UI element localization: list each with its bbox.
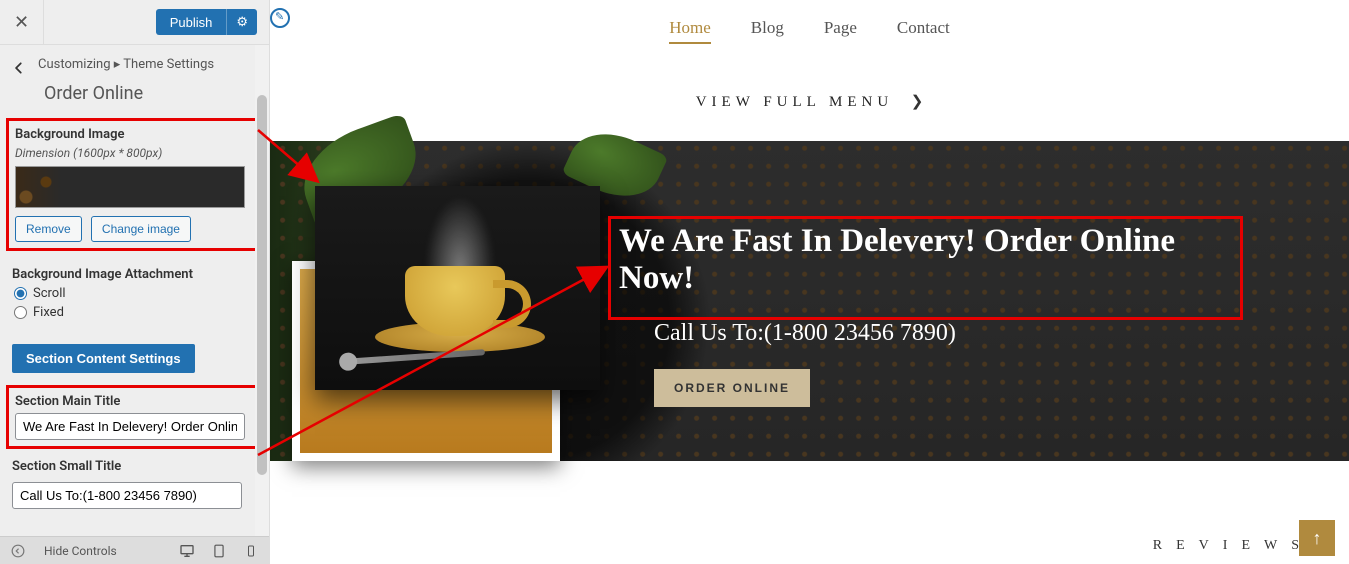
close-customizer-button[interactable]: ✕ — [0, 0, 44, 45]
reviews-heading: REVIEWS — [1153, 538, 1313, 554]
back-button[interactable] — [12, 61, 26, 79]
nav-item-blog[interactable]: Blog — [751, 18, 784, 44]
main-title-input[interactable] — [15, 413, 245, 440]
arrow-up-icon: ↑ — [1313, 528, 1322, 549]
hero-subtitle: Call Us To:(1-800 23456 7890) — [654, 320, 1289, 347]
hero-cup-photo — [315, 186, 600, 390]
mobile-preview-icon[interactable] — [243, 543, 259, 559]
panel-title: Order Online — [0, 79, 269, 116]
edit-shortcut-icon[interactable] — [270, 8, 290, 28]
breadcrumb-prefix: Customizing — [38, 57, 111, 72]
nav-item-home[interactable]: Home — [669, 18, 711, 44]
main-title-label: Section Main Title — [15, 394, 254, 409]
order-online-button[interactable]: ORDER ONLINE — [654, 369, 810, 407]
site-nav: Home Blog Page Contact — [270, 0, 1349, 52]
view-full-menu-label: VIEW FULL MENU — [696, 94, 894, 110]
publish-button[interactable]: Publish — [156, 9, 227, 35]
nav-item-page[interactable]: Page — [824, 18, 857, 44]
attachment-radio-fixed[interactable] — [14, 306, 27, 319]
tablet-preview-icon[interactable] — [211, 543, 227, 559]
sidebar-footer: Hide Controls — [0, 536, 269, 564]
order-online-hero: We Are Fast In Delevery! Order Online No… — [270, 141, 1349, 461]
annotation-box-herotitle: We Are Fast In Delevery! Order Online No… — [608, 216, 1243, 320]
chevron-left-icon — [12, 61, 26, 75]
breadcrumb-section: Theme Settings — [123, 57, 214, 72]
spoon-graphic — [345, 349, 485, 365]
small-title-input[interactable] — [12, 482, 242, 509]
attachment-option-fixed[interactable]: Fixed — [12, 305, 257, 320]
site-preview: Home Blog Page Contact VIEW FULL MENU ❯ … — [270, 0, 1349, 564]
hero-title: We Are Fast In Delevery! Order Online No… — [619, 223, 1232, 297]
section-content-settings-button[interactable]: Section Content Settings — [12, 344, 195, 373]
bg-image-label: Background Image — [15, 127, 254, 142]
chevron-right-icon: ❯ — [911, 94, 924, 110]
bg-image-thumbnail[interactable] — [15, 166, 245, 208]
sidebar-scroll-area: Customizing ▸ Theme Settings Order Onlin… — [0, 45, 269, 564]
gear-icon: ⚙ — [236, 14, 248, 29]
attachment-radio-scroll-label: Scroll — [33, 286, 66, 301]
bg-attachment-label: Background Image Attachment — [12, 267, 257, 282]
desktop-preview-icon[interactable] — [179, 543, 195, 559]
publish-settings-button[interactable]: ⚙ — [226, 9, 257, 35]
nav-item-contact[interactable]: Contact — [897, 18, 950, 44]
remove-bg-button[interactable]: Remove — [15, 216, 82, 242]
customizer-sidebar: ✕ Publish ⚙ Customizing ▸ Theme Settings — [0, 0, 270, 564]
view-full-menu-link[interactable]: VIEW FULL MENU ❯ — [270, 92, 1349, 111]
sidebar-scrollbar[interactable] — [255, 45, 269, 536]
hero-text-block: We Are Fast In Delevery! Order Online No… — [654, 216, 1289, 407]
hide-controls-link[interactable]: Hide Controls — [44, 544, 117, 558]
attachment-radio-fixed-label: Fixed — [33, 305, 64, 320]
change-bg-button[interactable]: Change image — [91, 216, 191, 242]
cup-graphic — [405, 266, 505, 336]
small-title-label: Section Small Title — [12, 459, 257, 474]
sidebar-topbar: ✕ Publish ⚙ — [0, 0, 269, 45]
annotation-box-maintitle: Section Main Title — [6, 385, 263, 449]
annotation-box-bgimage: Background Image Dimension (1600px * 800… — [6, 118, 263, 251]
attachment-radio-scroll[interactable] — [14, 287, 27, 300]
collapse-icon — [10, 543, 26, 559]
breadcrumb-sep: ▸ — [114, 57, 121, 72]
bg-image-dimension: Dimension (1600px * 800px) — [15, 146, 254, 160]
breadcrumb: Customizing ▸ Theme Settings — [38, 57, 214, 72]
scroll-to-top-button[interactable]: ↑ — [1299, 520, 1335, 556]
attachment-option-scroll[interactable]: Scroll — [12, 286, 257, 301]
sidebar-scrollbar-thumb[interactable] — [257, 95, 267, 475]
